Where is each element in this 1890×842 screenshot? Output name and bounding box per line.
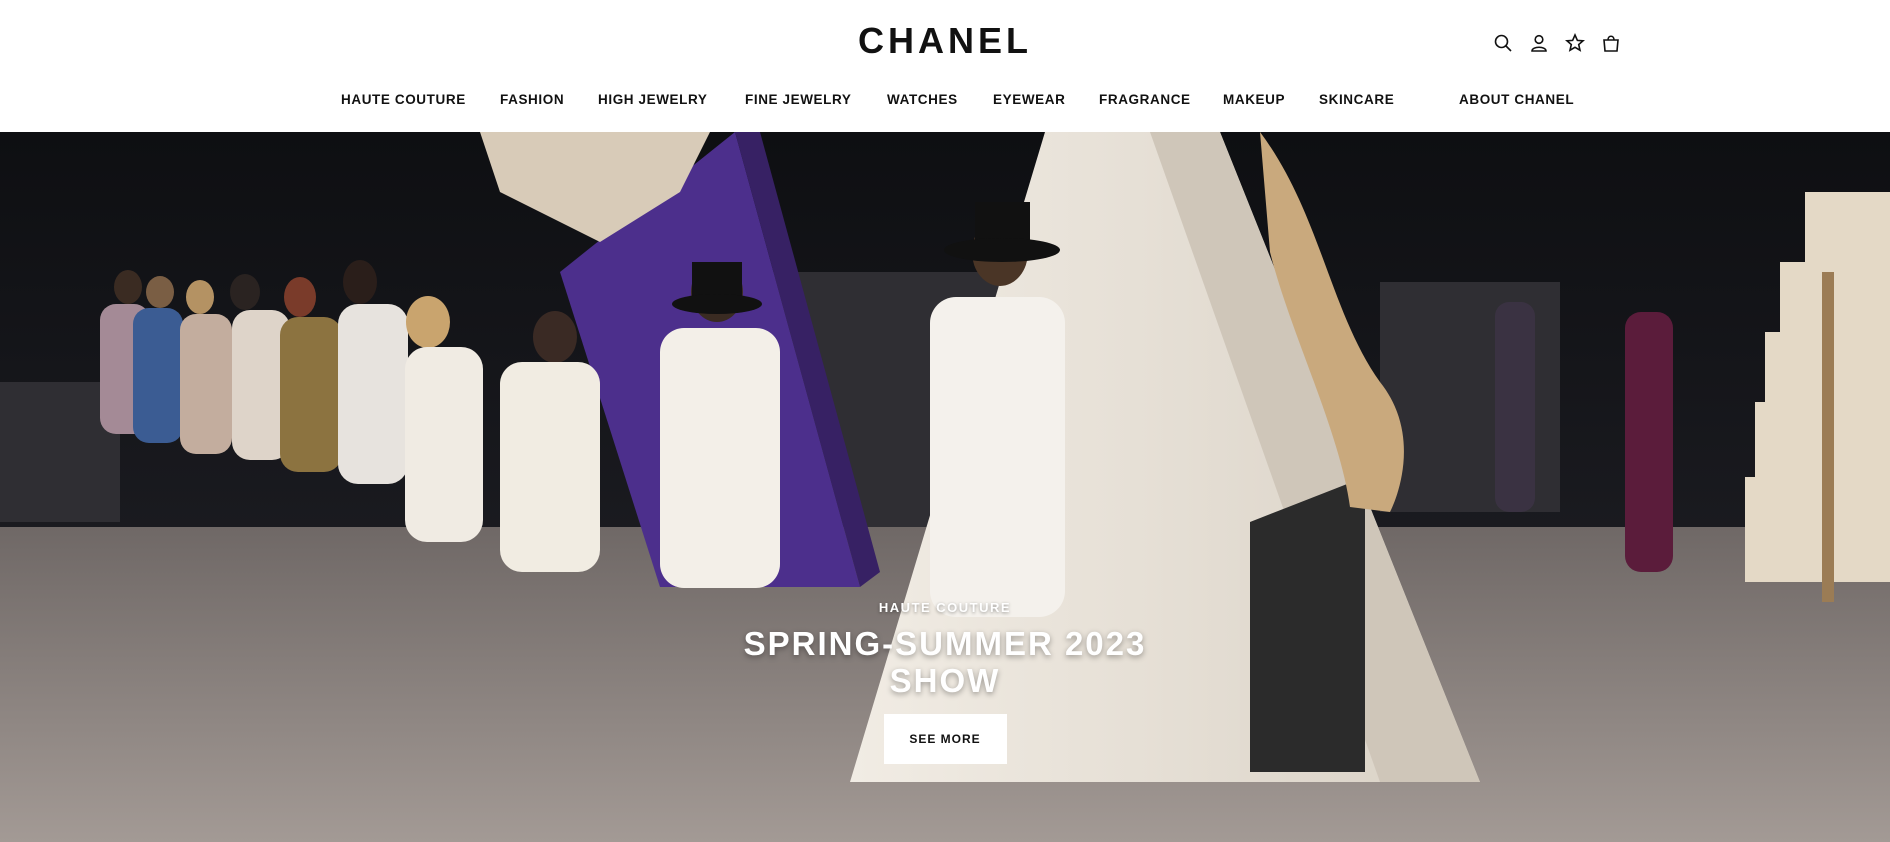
nav-watches[interactable]: WATCHES [887, 92, 958, 107]
see-more-button[interactable]: SEE MORE [883, 714, 1007, 764]
hero-eyebrow: HAUTE COUTURE [878, 600, 1012, 615]
nav-fragrance[interactable]: FRAGRANCE [1099, 92, 1191, 107]
nav-eyewear[interactable]: EYEWEAR [993, 92, 1065, 107]
nav-about-chanel[interactable]: ABOUT CHANEL [1459, 92, 1574, 107]
site-header: CHANEL HAUTE COUTURE FASHION HIGH JEWELR… [0, 0, 1890, 132]
hero-caption: HAUTE COUTURE SPRING-SUMMER 2023 SHOW SE… [0, 600, 1890, 764]
hero-banner[interactable]: HAUTE COUTURE SPRING-SUMMER 2023 SHOW SE… [0, 132, 1890, 842]
hero-headline-line-2: SHOW [889, 662, 1001, 699]
nav-makeup[interactable]: MAKEUP [1223, 92, 1285, 107]
shopping-bag-icon[interactable] [1600, 32, 1622, 54]
header-utility-icons [1492, 32, 1622, 54]
search-icon[interactable] [1492, 32, 1514, 54]
nav-fine-jewelry[interactable]: FINE JEWELRY [745, 92, 851, 107]
nav-haute-couture[interactable]: HAUTE COUTURE [341, 92, 466, 107]
hero-headline-line-1: SPRING-SUMMER 2023 [743, 625, 1147, 662]
nav-high-jewelry[interactable]: HIGH JEWELRY [598, 92, 707, 107]
wishlist-star-icon[interactable] [1564, 32, 1586, 54]
nav-fashion[interactable]: FASHION [500, 92, 564, 107]
nav-skincare[interactable]: SKINCARE [1319, 92, 1394, 107]
account-icon[interactable] [1528, 32, 1550, 54]
hero-headline: SPRING-SUMMER 2023 SHOW [0, 625, 1890, 699]
main-navigation: HAUTE COUTURE FASHION HIGH JEWELRY FINE … [0, 92, 1890, 112]
